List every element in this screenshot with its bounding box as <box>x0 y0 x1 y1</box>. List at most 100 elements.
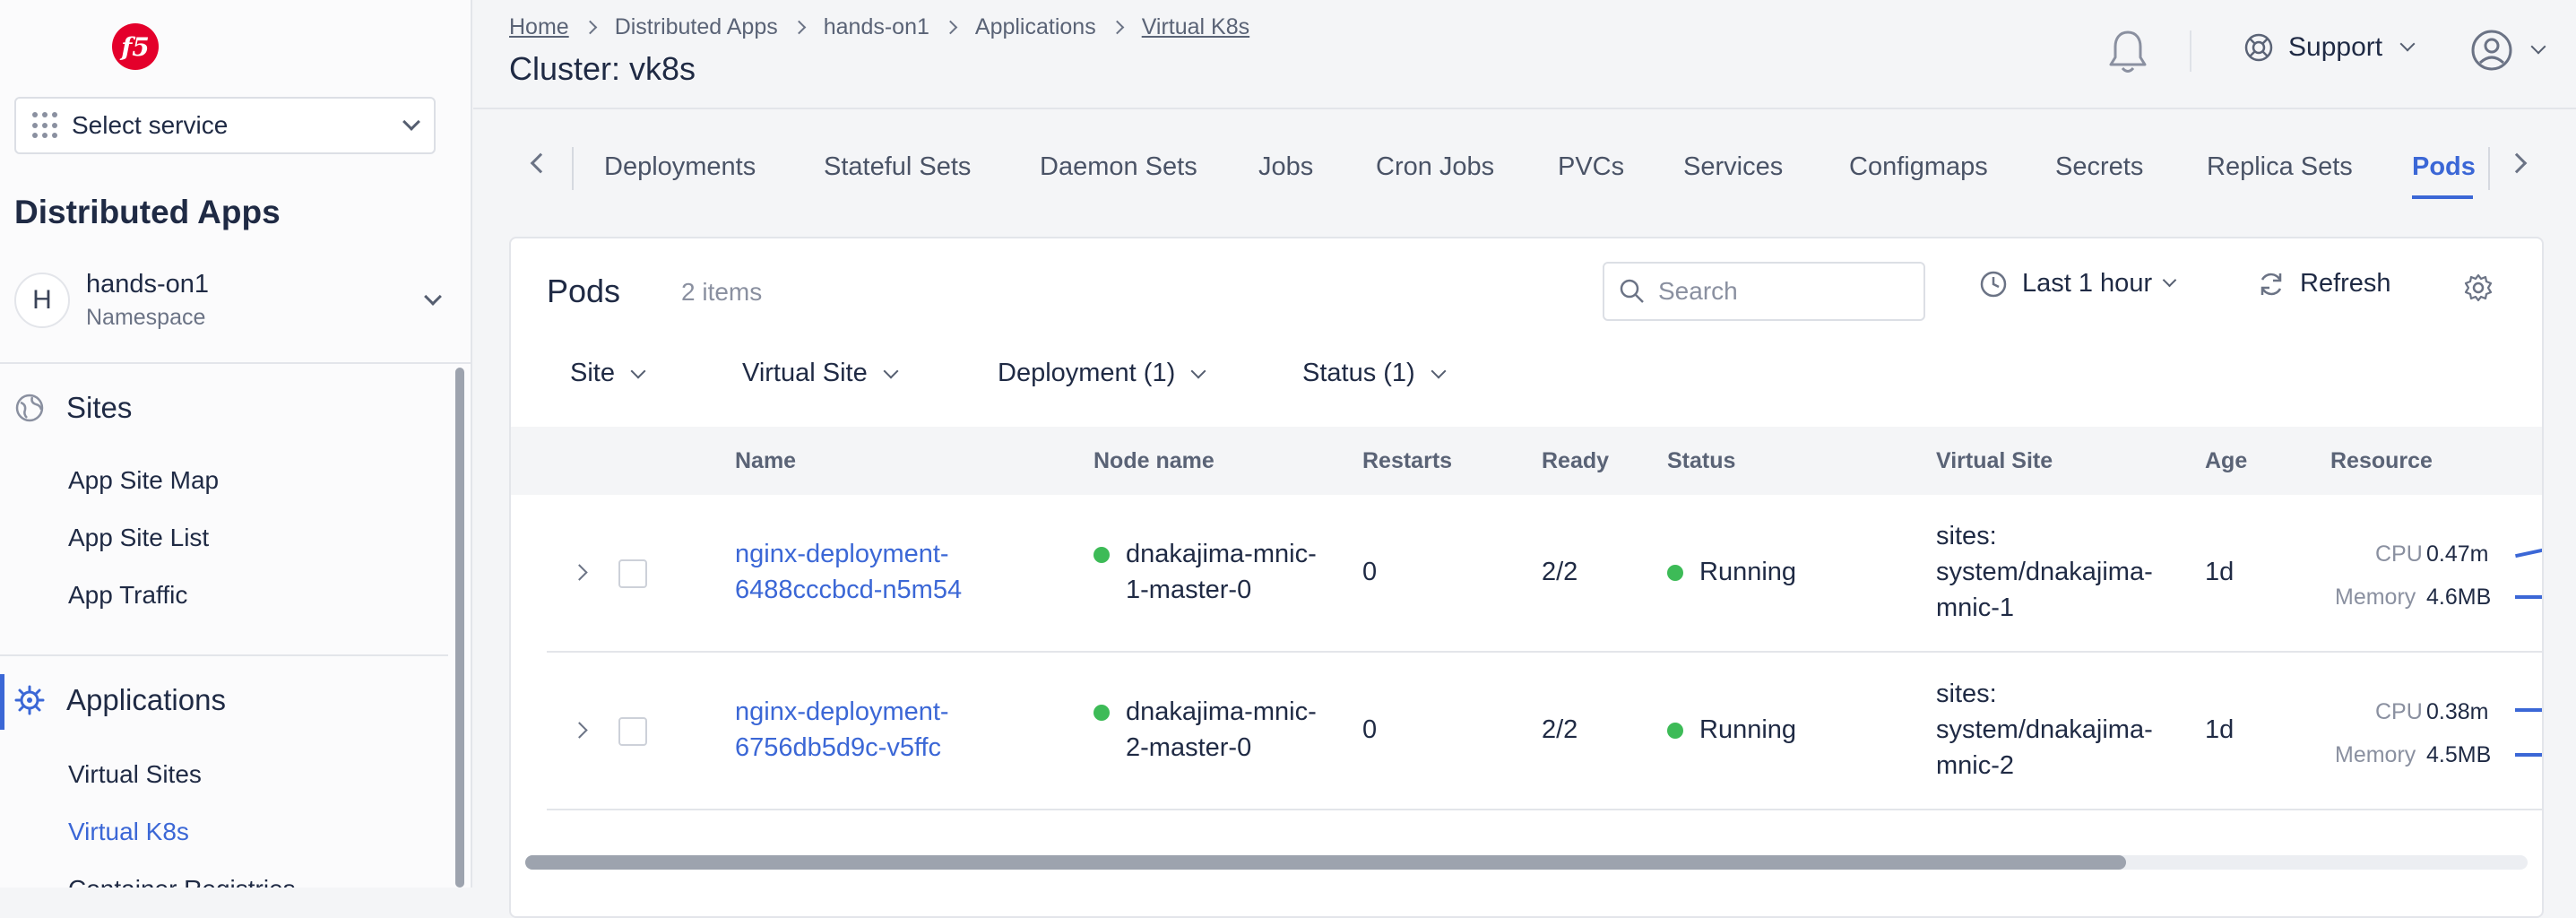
chevron-right-icon <box>1110 20 1124 35</box>
namespace-avatar: H <box>14 273 70 328</box>
sidebar-item-app-site-list[interactable]: App Site List <box>68 524 209 552</box>
status-dot <box>1667 565 1683 582</box>
sidebar-section-label: Sites <box>66 391 133 424</box>
namespace-selector[interactable]: H hands-on1 Namespace <box>14 260 454 341</box>
filter-site[interactable]: Site <box>570 359 646 388</box>
time-range-dropdown[interactable]: Last 1 hour <box>1979 269 2177 299</box>
support-menu[interactable]: Support <box>2243 32 2416 63</box>
status-dot <box>1094 547 1110 564</box>
chevron-down-icon <box>1190 363 1206 378</box>
page-title: Cluster: vk8s <box>509 50 696 87</box>
column-node-name[interactable]: Node name <box>1094 448 1215 474</box>
breadcrumb-virtual-k8s[interactable]: Virtual K8s <box>1142 14 1249 40</box>
active-section-indicator <box>0 674 4 730</box>
chevron-down-icon <box>424 288 442 306</box>
chevron-left-icon[interactable] <box>530 152 551 174</box>
grid-icon <box>32 112 59 139</box>
sidebar-section-sites[interactable]: Sites <box>14 391 132 425</box>
breadcrumb-distributed-apps: Distributed Apps <box>614 14 778 39</box>
column-ready[interactable]: Ready <box>1542 448 1609 474</box>
cpu-sparkline <box>2515 546 2542 559</box>
tab-stateful-sets[interactable]: Stateful Sets <box>824 152 971 182</box>
divider <box>2190 30 2191 72</box>
tab-pods[interactable]: Pods <box>2412 152 2476 182</box>
sidebar-item-app-site-map[interactable]: App Site Map <box>68 466 219 495</box>
tab-secrets[interactable]: Secrets <box>2055 152 2143 182</box>
chevron-right-icon[interactable] <box>2506 152 2528 174</box>
chevron-right-icon <box>583 20 597 35</box>
virtual-site-value: sites: system/dnakajima-mnic-2 <box>1936 680 2153 780</box>
search-input[interactable] <box>1656 276 1907 307</box>
clock-icon <box>1980 271 2007 297</box>
tab-replica-sets[interactable]: Replica Sets <box>2207 152 2353 182</box>
f5-logo-icon[interactable]: f5 <box>112 23 159 70</box>
tab-services[interactable]: Services <box>1683 152 1783 182</box>
tab-pvcs[interactable]: PVCs <box>1558 152 1624 182</box>
scrollbar-thumb[interactable] <box>525 855 2126 870</box>
bell-icon[interactable] <box>2106 27 2149 77</box>
status-value: Running <box>1667 554 1796 590</box>
chevron-down-icon <box>402 113 420 131</box>
lifebuoy-icon <box>2244 33 2273 62</box>
sidebar: f5 Select service Distributed Apps H han… <box>0 0 472 888</box>
column-resource[interactable]: Resource <box>2330 448 2433 474</box>
active-tab-indicator <box>2412 195 2473 199</box>
virtual-site-value: sites: system/dnakajima-mnic-1 <box>1936 522 2153 622</box>
memory-value: 4.6MB <box>2426 585 2492 610</box>
horizontal-scrollbar[interactable] <box>525 855 2528 870</box>
resource-tabs: Deployments Stateful Sets Daemon Sets Jo… <box>473 126 2576 212</box>
chevron-down-icon <box>2399 36 2416 52</box>
user-menu[interactable] <box>2470 29 2546 72</box>
select-service-dropdown[interactable]: Select service <box>14 97 436 154</box>
column-age[interactable]: Age <box>2205 448 2247 474</box>
column-name[interactable]: Name <box>735 448 796 474</box>
panel-title: Pods <box>547 273 621 309</box>
sidebar-item-container-registries[interactable]: Container Registries <box>68 875 296 888</box>
tab-jobs[interactable]: Jobs <box>1258 152 1313 182</box>
memory-label: Memory <box>2335 585 2416 610</box>
filter-virtual-site[interactable]: Virtual Site <box>742 359 899 388</box>
cpu-sparkline <box>2515 708 2542 712</box>
search-box[interactable] <box>1603 262 1925 321</box>
chevron-down-icon <box>1431 363 1447 378</box>
filter-label: Virtual Site <box>742 359 868 387</box>
kubernetes-helm-icon <box>14 685 45 715</box>
chevron-right-icon[interactable] <box>571 722 588 739</box>
tab-deployments[interactable]: Deployments <box>604 152 756 182</box>
sidebar-scrollbar[interactable] <box>455 368 464 888</box>
filter-deployment[interactable]: Deployment (1) <box>998 359 1206 388</box>
pod-name-link[interactable]: nginx-deployment- 6756db5d9c-v5ffc <box>735 694 949 766</box>
filter-label: Site <box>570 359 615 387</box>
memory-value: 4.5MB <box>2426 742 2492 767</box>
memory-sparkline <box>2515 753 2542 757</box>
tab-configmaps[interactable]: Configmaps <box>1849 152 1988 182</box>
refresh-label: Refresh <box>2300 269 2391 298</box>
memory-label: Memory <box>2335 742 2416 767</box>
sidebar-item-virtual-k8s[interactable]: Virtual K8s <box>68 818 189 846</box>
tab-daemon-sets[interactable]: Daemon Sets <box>1040 152 1197 182</box>
node-name: dnakajima-mnic- 1-master-0 <box>1094 536 1317 608</box>
chevron-right-icon[interactable] <box>571 564 588 581</box>
sidebar-item-virtual-sites[interactable]: Virtual Sites <box>68 760 202 789</box>
chevron-right-icon <box>791 20 807 35</box>
divider <box>0 654 448 656</box>
tab-cron-jobs[interactable]: Cron Jobs <box>1376 152 1494 182</box>
filter-status[interactable]: Status (1) <box>1302 359 1447 388</box>
row-checkbox[interactable] <box>618 559 647 588</box>
refresh-button[interactable]: Refresh <box>2257 269 2391 299</box>
time-range-label: Last 1 hour <box>2022 269 2153 298</box>
sidebar-item-app-traffic[interactable]: App Traffic <box>68 581 187 610</box>
pod-name-link[interactable]: nginx-deployment- 6488cccbcd-n5m54 <box>735 536 962 608</box>
namespace-name: hands-on1 <box>86 270 210 299</box>
gear-icon[interactable] <box>2463 273 2494 303</box>
breadcrumb-home[interactable]: Home <box>509 14 569 40</box>
cpu-label: CPU <box>2375 541 2423 567</box>
column-virtual-site[interactable]: Virtual Site <box>1936 448 2053 474</box>
refresh-icon <box>2260 273 2282 295</box>
column-restarts[interactable]: Restarts <box>1362 448 1452 474</box>
column-status[interactable]: Status <box>1667 448 1735 474</box>
sidebar-section-applications[interactable]: Applications <box>14 683 226 717</box>
row-checkbox[interactable] <box>618 717 647 746</box>
restarts-value: 0 <box>1362 715 1378 744</box>
divider <box>0 362 471 364</box>
